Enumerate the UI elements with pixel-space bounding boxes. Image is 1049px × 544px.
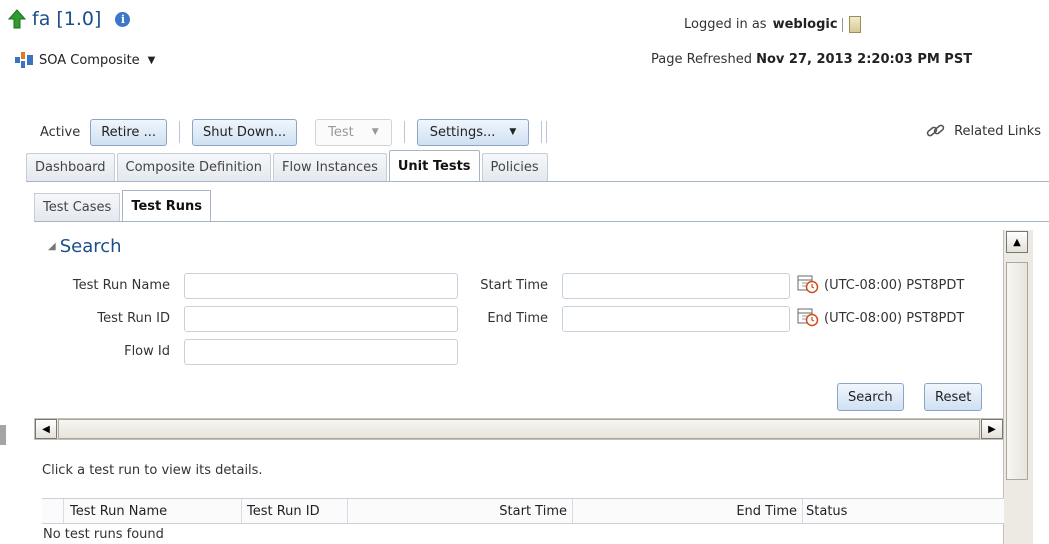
search-button[interactable]: Search xyxy=(837,383,904,411)
divider xyxy=(841,17,843,32)
composite-title-bar: fa [1.0] i xyxy=(8,8,131,30)
tab-flow-instances[interactable]: Flow Instances xyxy=(273,153,387,181)
horizontal-scroll-thumb[interactable] xyxy=(58,419,980,439)
flow-id-label: Flow Id xyxy=(124,344,170,359)
table-header: Test Run Name Test Run ID Start Time End… xyxy=(42,498,1004,524)
search-section-title: Search xyxy=(59,236,122,257)
shutdown-button[interactable]: Shut Down... xyxy=(191,118,298,146)
start-time-label: Start Time xyxy=(480,278,548,293)
soa-composite-menu[interactable]: SOA Composite ▼ xyxy=(15,52,155,68)
reset-button[interactable]: Reset xyxy=(924,383,983,411)
divider xyxy=(34,221,1049,222)
test-run-name-label: Test Run Name xyxy=(72,278,170,293)
refreshed-label: Page Refreshed xyxy=(651,52,752,67)
up-arrow-icon xyxy=(8,9,26,29)
search-section-header[interactable]: ◢ Search xyxy=(48,236,122,257)
sub-tab-bar: Test Cases Test Runs xyxy=(34,190,213,221)
server-icon xyxy=(848,16,861,33)
chevron-down-icon: ▼ xyxy=(371,127,379,137)
settings-menu-button[interactable]: Settings... ▼ xyxy=(416,118,530,146)
info-icon[interactable]: i xyxy=(115,11,131,27)
logged-in-info: Logged in as weblogic xyxy=(684,16,891,33)
composite-menu-label: SOA Composite xyxy=(39,52,140,68)
row-selector-header xyxy=(42,499,64,523)
divider xyxy=(541,121,543,143)
column-header-test-run-name[interactable]: Test Run Name xyxy=(64,499,242,523)
tab-test-runs[interactable]: Test Runs xyxy=(122,190,212,221)
results-hint: Click a test run to view its details. xyxy=(42,463,263,478)
flow-id-input[interactable] xyxy=(184,339,458,365)
end-timezone-label: (UTC-08:00) PST8PDT xyxy=(824,311,965,326)
logged-in-label: Logged in as xyxy=(684,17,767,32)
related-links-menu[interactable]: Related Links xyxy=(926,122,1041,140)
start-time-input[interactable] xyxy=(562,273,790,299)
test-run-id-input[interactable] xyxy=(184,306,458,332)
chevron-down-icon: ▼ xyxy=(509,127,517,137)
composite-icon xyxy=(15,52,33,68)
calendar-icon[interactable] xyxy=(797,274,819,294)
empty-table-message: No test runs found xyxy=(43,527,164,542)
retire-button[interactable]: Retire ... xyxy=(90,118,167,146)
page-refreshed-info: Page Refreshed Nov 27, 2013 2:20:03 PM P… xyxy=(651,52,972,67)
divider xyxy=(26,181,1049,182)
test-runs-table: Test Run Name Test Run ID Start Time End… xyxy=(42,498,1004,544)
composite-toolbar: Active Retire ... Shut Down... Test ▼ Se… xyxy=(40,118,559,146)
link-icon xyxy=(926,124,945,137)
divider xyxy=(546,121,548,143)
divider xyxy=(403,121,405,143)
divider xyxy=(178,121,180,143)
related-links-label: Related Links xyxy=(954,123,1041,139)
scroll-left-arrow-icon[interactable]: ◀ xyxy=(35,419,57,439)
test-run-name-input[interactable] xyxy=(184,273,458,299)
main-tab-bar: Dashboard Composite Definition Flow Inst… xyxy=(26,150,550,181)
tab-unit-tests[interactable]: Unit Tests xyxy=(388,150,480,181)
test-run-id-label: Test Run ID xyxy=(97,311,170,326)
chevron-down-icon: ▼ xyxy=(147,54,156,66)
test-menu-button[interactable]: Test ▼ xyxy=(315,118,392,146)
start-timezone-label: (UTC-08:00) PST8PDT xyxy=(824,278,965,293)
scroll-up-arrow-icon[interactable]: ▲ xyxy=(1006,231,1028,253)
tab-dashboard[interactable]: Dashboard xyxy=(26,153,115,181)
column-header-start-time[interactable]: Start Time xyxy=(348,499,573,523)
page-title: fa [1.0] xyxy=(32,8,102,30)
end-time-label: End Time xyxy=(487,311,548,326)
refreshed-time: Nov 27, 2013 2:20:03 PM PST xyxy=(756,52,973,67)
column-header-status[interactable]: Status xyxy=(803,499,1004,523)
settings-button-label: Settings... xyxy=(429,124,496,140)
status-label: Active xyxy=(40,124,81,140)
column-header-end-time[interactable]: End Time xyxy=(573,499,803,523)
tab-policies[interactable]: Policies xyxy=(481,153,548,181)
tab-composite-definition[interactable]: Composite Definition xyxy=(116,153,271,181)
column-header-test-run-id[interactable]: Test Run ID xyxy=(242,499,348,523)
tab-test-cases[interactable]: Test Cases xyxy=(34,193,121,221)
disclosure-triangle-icon: ◢ xyxy=(48,241,56,252)
scroll-right-arrow-icon[interactable]: ▶ xyxy=(981,419,1003,439)
calendar-icon[interactable] xyxy=(797,307,819,327)
user-name[interactable]: weblogic xyxy=(773,17,838,32)
vertical-scroll-thumb[interactable] xyxy=(1006,262,1028,480)
end-time-input[interactable] xyxy=(562,306,790,332)
test-button-label: Test xyxy=(328,124,354,140)
panel-splitter-handle[interactable] xyxy=(0,425,6,445)
